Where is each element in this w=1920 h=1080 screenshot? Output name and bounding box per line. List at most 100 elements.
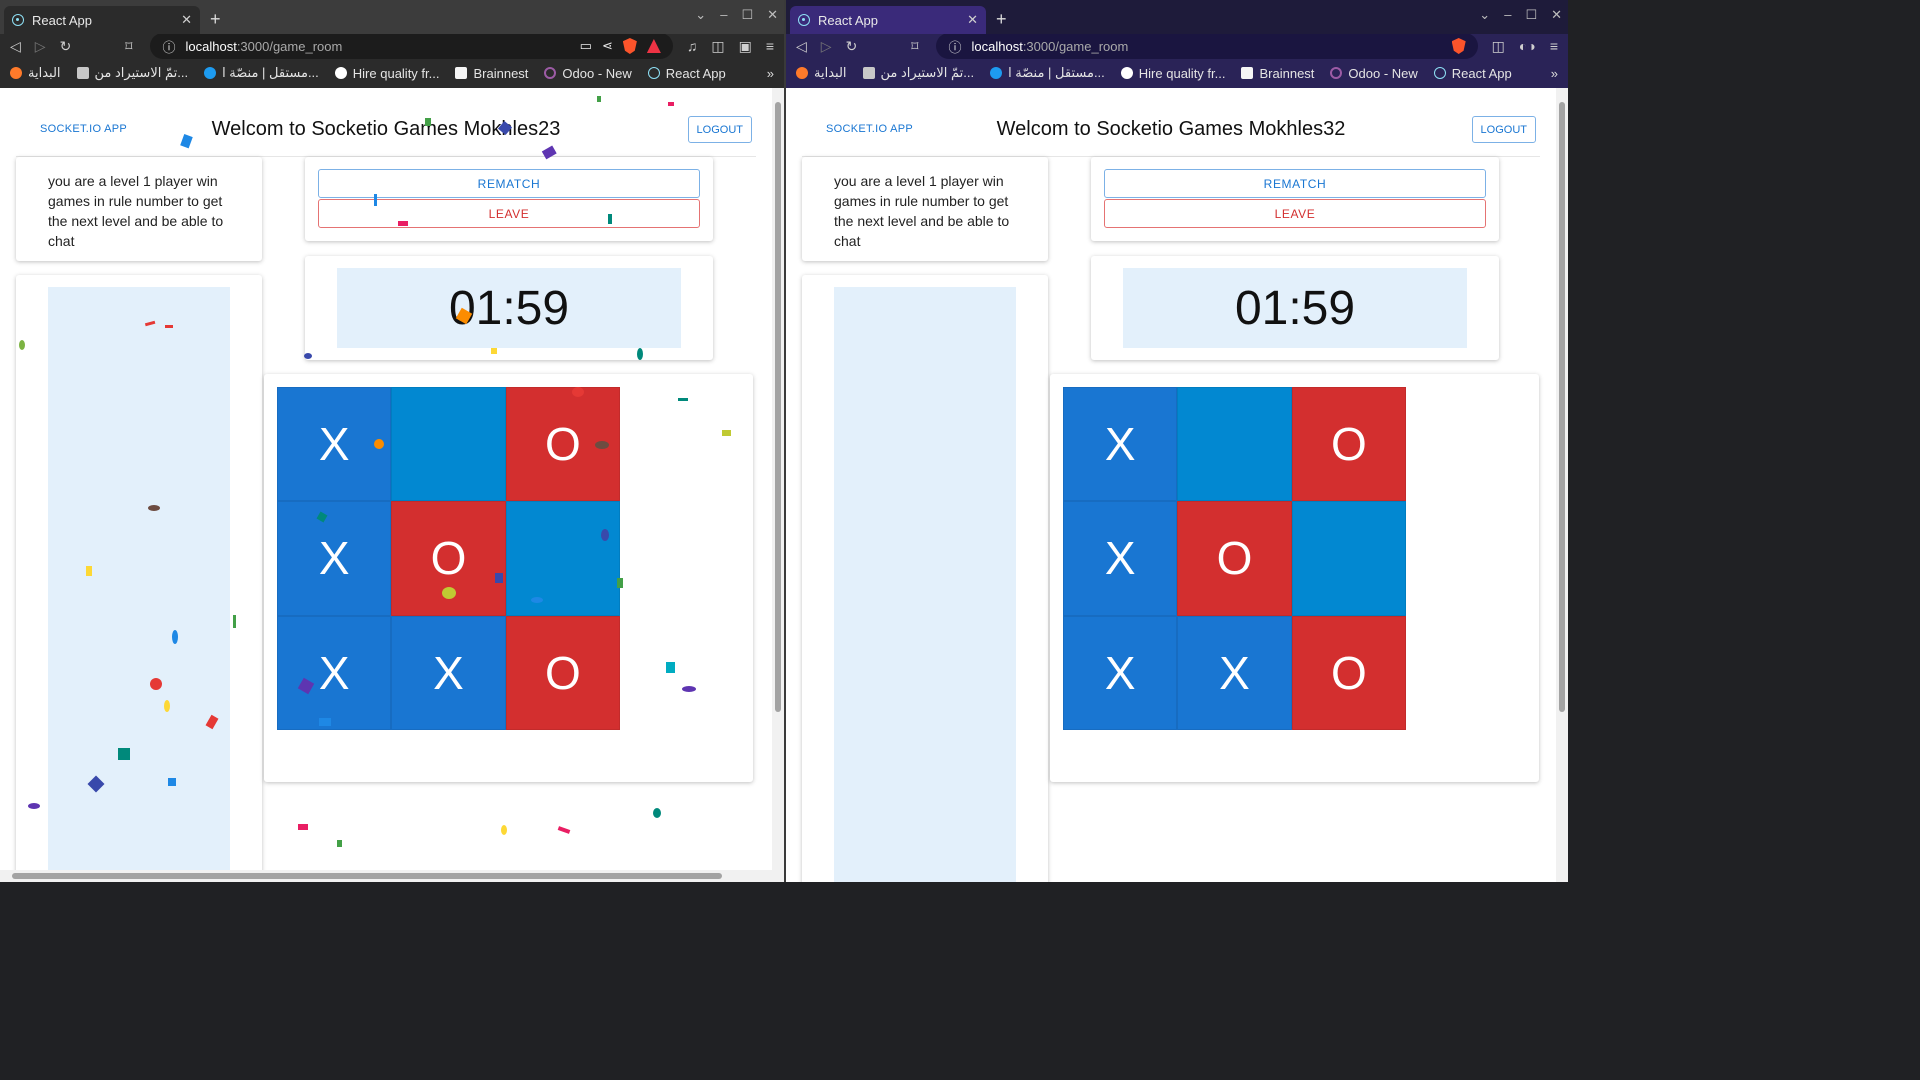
brainnest-icon [455, 67, 468, 79]
rematch-button[interactable]: REMATCH [1104, 169, 1486, 198]
scroll-thumb[interactable] [1559, 102, 1565, 712]
bookmark-icon[interactable]: ⌑ [911, 38, 918, 55]
maximize-icon[interactable]: ☐ [1525, 7, 1537, 23]
back-icon[interactable]: ◁ [10, 38, 21, 55]
bookmark-item[interactable]: Brainnest [455, 66, 528, 81]
bookmark-item[interactable]: البداية [796, 65, 847, 81]
bookmark-item[interactable]: تمّ الاستيراد من... [862, 65, 974, 81]
bookmark-item[interactable]: Odoo - New [1330, 66, 1418, 81]
new-tab-button[interactable]: + [996, 9, 1007, 30]
board-cell[interactable]: X [1063, 501, 1178, 616]
forward-icon[interactable]: ▷ [821, 38, 832, 55]
brave-shields-icon[interactable] [622, 38, 637, 54]
bookmark-icon[interactable]: ⌑ [125, 38, 132, 55]
scroll-thumb[interactable] [775, 102, 781, 712]
sidebar-icon[interactable]: ◫ [1492, 38, 1505, 55]
board-cell[interactable]: X [277, 387, 392, 502]
board-cell[interactable]: X [1063, 387, 1178, 502]
board-cell[interactable]: X [391, 615, 506, 730]
board-cell[interactable]: X [1177, 615, 1292, 730]
rematch-button[interactable]: REMATCH [318, 169, 700, 198]
cast-icon[interactable]: ▭ [580, 38, 592, 54]
bookmark-item[interactable]: مستقل | منصّة ا... [204, 65, 319, 81]
logout-button[interactable]: LOGOUT [1471, 116, 1536, 143]
board-cell[interactable]: X [277, 615, 392, 730]
board-cell[interactable]: X [277, 501, 392, 616]
sidebar-icon[interactable]: ◫ [711, 38, 724, 55]
nav-bar: ◁ ▷ ↻ ⌑ ⓘ localhost :3000/game_room ◫ ◐◑… [786, 33, 1568, 59]
board-cell[interactable]: O [505, 387, 620, 502]
menu-icon[interactable]: ≡ [766, 38, 774, 54]
minimize-icon[interactable]: – [1504, 7, 1511, 23]
bookmark-item[interactable]: مستقل | منصّة ا... [990, 65, 1105, 81]
browser-window-right: React App ✕ + ⌄ – ☐ ✕ ◁ ▷ ↻ ⌑ ⓘ localhos… [784, 0, 1568, 882]
board-cell[interactable] [391, 387, 506, 502]
media-icon[interactable]: ♫ [687, 38, 698, 54]
reload-icon[interactable]: ↻ [60, 38, 72, 55]
board-cell[interactable]: O [1177, 501, 1292, 616]
brave-rewards-icon[interactable] [646, 39, 661, 53]
close-window-icon[interactable]: ✕ [1551, 7, 1562, 23]
browser-tab[interactable]: React App ✕ [4, 6, 200, 34]
app-header: SOCKET.IO APP Welcom to Socketio Games M… [16, 88, 756, 157]
menu-icon[interactable]: ≡ [1550, 38, 1558, 54]
vertical-scrollbar[interactable] [772, 88, 784, 882]
page-content: SOCKET.IO APP Welcom to Socketio Games M… [786, 88, 1556, 882]
board-cell[interactable]: O [1291, 387, 1406, 502]
more-bookmarks-icon[interactable]: » [1551, 66, 1558, 81]
bookmark-item[interactable]: React App [1433, 66, 1512, 81]
vertical-scrollbar[interactable] [1556, 88, 1568, 882]
reload-icon[interactable]: ↻ [846, 38, 858, 55]
window-controls: ⌄ – ☐ ✕ [695, 7, 778, 23]
game-actions-card: REMATCH LEAVE [1091, 157, 1499, 241]
tab-strip: React App ✕ + ⌄ – ☐ ✕ [0, 0, 784, 34]
board-cell[interactable]: O [505, 615, 620, 730]
address-bar[interactable]: ⓘ localhost :3000/game_room [936, 33, 1478, 59]
close-tab-icon[interactable]: ✕ [967, 12, 978, 28]
firefox-icon [796, 67, 808, 79]
level-info-card: you are a level 1 player win games in ru… [16, 157, 262, 261]
mostaql-icon [990, 67, 1003, 79]
maximize-icon[interactable]: ☐ [741, 7, 753, 23]
scroll-thumb[interactable] [12, 873, 722, 879]
chat-card [16, 275, 262, 882]
address-bar[interactable]: ⓘ localhost :3000/game_room ▭ ⋖ [150, 33, 673, 59]
board-cell[interactable] [505, 501, 620, 616]
nav-bar: ◁ ▷ ↻ ⌑ ⓘ localhost :3000/game_room ▭ ⋖ … [0, 33, 784, 59]
new-tab-button[interactable]: + [210, 9, 221, 30]
bookmark-item[interactable]: Hire quality fr... [1120, 66, 1225, 81]
app-header: SOCKET.IO APP Welcom to Socketio Games M… [802, 88, 1540, 157]
bookmark-item[interactable]: Hire quality fr... [334, 66, 439, 81]
close-window-icon[interactable]: ✕ [767, 7, 778, 23]
leave-button[interactable]: LEAVE [318, 199, 700, 228]
brave-shields-icon[interactable] [1451, 38, 1466, 54]
board-cell[interactable] [1291, 501, 1406, 616]
site-info-icon[interactable]: ⓘ [162, 37, 175, 56]
minimize-icon[interactable]: – [720, 7, 727, 23]
bookmark-item[interactable]: البداية [10, 65, 61, 81]
tab-search-icon[interactable]: ⌄ [695, 7, 706, 23]
bookmark-item[interactable]: Odoo - New [544, 66, 632, 81]
board-cell[interactable]: O [391, 501, 506, 616]
bookmark-item[interactable]: React App [647, 66, 726, 81]
browser-tab[interactable]: React App ✕ [790, 6, 986, 34]
bookmark-item[interactable]: تمّ الاستيراد من... [76, 65, 188, 81]
back-icon[interactable]: ◁ [796, 38, 807, 55]
private-window-icon[interactable]: ◐◑ [1519, 38, 1536, 54]
more-bookmarks-icon[interactable]: » [767, 66, 774, 81]
leave-button[interactable]: LEAVE [1104, 199, 1486, 228]
board-cell[interactable]: O [1291, 615, 1406, 730]
page-title: Welcom to Socketio Games Mokhles23 [211, 118, 561, 140]
game-actions-card: REMATCH LEAVE [305, 157, 713, 241]
close-tab-icon[interactable]: ✕ [181, 12, 192, 28]
share-icon[interactable]: ⋖ [602, 38, 613, 54]
wallet-icon[interactable]: ▣ [739, 38, 752, 55]
board-cell[interactable] [1177, 387, 1292, 502]
board-cell[interactable]: X [1063, 615, 1178, 730]
horizontal-scrollbar[interactable] [0, 870, 772, 882]
bookmark-item[interactable]: Brainnest [1241, 66, 1314, 81]
logout-button[interactable]: LOGOUT [687, 116, 752, 143]
site-info-icon[interactable]: ⓘ [948, 37, 961, 56]
tab-search-icon[interactable]: ⌄ [1479, 7, 1490, 23]
forward-icon[interactable]: ▷ [35, 38, 46, 55]
